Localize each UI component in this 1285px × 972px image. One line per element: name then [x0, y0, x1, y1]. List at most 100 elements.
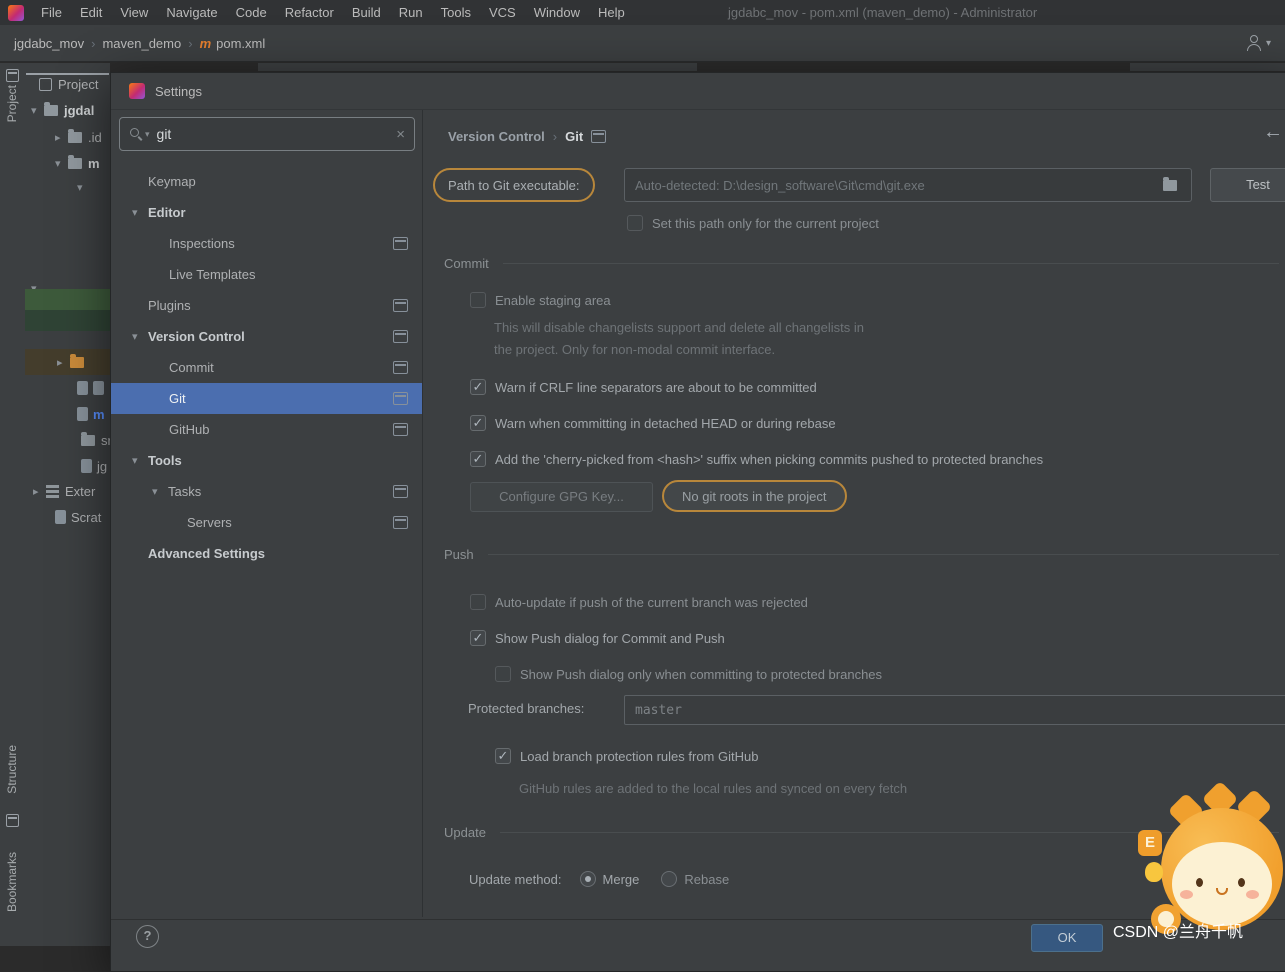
stripe-label-bookmarks[interactable]: Bookmarks — [5, 852, 19, 912]
browse-folder-icon[interactable] — [1163, 177, 1177, 191]
checkbox-icon[interactable] — [470, 379, 486, 395]
protected-branches-input[interactable] — [624, 695, 1285, 725]
checkbox-warn-detached-head[interactable]: Warn when committing in detached HEAD or… — [470, 413, 836, 433]
breadcrumb-parent[interactable]: Version Control — [448, 129, 545, 144]
chevron-right-icon[interactable]: ▸ — [55, 131, 68, 144]
stripe-label-project[interactable]: Project — [5, 85, 19, 122]
editor-tab-strip — [1130, 63, 1285, 71]
test-button[interactable]: Test — [1210, 168, 1285, 202]
chevron-down-icon[interactable]: ▾ — [152, 485, 168, 498]
menu-code[interactable]: Code — [227, 0, 276, 25]
back-arrow-icon[interactable]: ← — [1263, 122, 1283, 142]
checkbox-auto-update-rejected-push[interactable]: Auto-update if push of the current branc… — [470, 592, 808, 612]
in-dialog-settings-icon — [393, 237, 408, 250]
settings-tree-item-tools[interactable]: ▾ Tools — [111, 445, 422, 476]
checkbox-cherry-picked-suffix[interactable]: Add the 'cherry-picked from <hash>' suff… — [470, 449, 1043, 469]
git-path-field-wrap — [624, 168, 1192, 202]
settings-search-input[interactable] — [154, 125, 392, 143]
tree-row-pom[interactable]: m — [25, 401, 110, 427]
checkbox-warn-crlf[interactable]: Warn if CRLF line separators are about t… — [470, 377, 817, 397]
chevron-right-icon[interactable]: ▸ — [33, 485, 46, 498]
navigation-bar: jgdabc_mov › maven_demo › m pom.xml ▾ — [0, 25, 1285, 62]
ok-button[interactable]: OK — [1031, 924, 1103, 952]
chevron-down-icon[interactable]: ▾ — [132, 330, 148, 343]
checkbox-enable-staging-area[interactable]: Enable staging area — [470, 290, 611, 310]
tree-row-scratches[interactable]: Scrat — [25, 504, 110, 530]
menu-refactor[interactable]: Refactor — [276, 0, 343, 25]
menu-build[interactable]: Build — [343, 0, 390, 25]
project-panel-header[interactable]: Project — [25, 71, 110, 97]
menu-file[interactable]: File — [32, 0, 71, 25]
settings-tree-item-editor[interactable]: ▾ Editor — [111, 197, 422, 228]
checkbox-icon[interactable] — [627, 215, 643, 231]
configure-gpg-key-button[interactable]: Configure GPG Key... — [470, 482, 653, 512]
in-dialog-settings-icon — [393, 423, 408, 436]
radio-rebase-label[interactable]: Rebase — [684, 872, 729, 887]
user-menu[interactable]: ▾ — [1246, 35, 1271, 51]
checkbox-icon[interactable] — [495, 748, 511, 764]
menu-view[interactable]: View — [111, 0, 157, 25]
chevron-down-icon[interactable]: ▾ — [77, 181, 90, 194]
menu-run[interactable]: Run — [390, 0, 432, 25]
chevron-down-icon[interactable]: ▾ — [132, 454, 148, 467]
settings-tree-item-tasks[interactable]: ▾ Tasks — [111, 476, 422, 507]
menu-help[interactable]: Help — [589, 0, 634, 25]
tree-row-idea[interactable]: ▸ .id — [25, 124, 110, 150]
stripe-icon[interactable] — [6, 814, 19, 827]
in-dialog-settings-icon — [393, 330, 408, 343]
tree-row[interactable]: ▾ — [25, 174, 110, 200]
help-button[interactable]: ? — [136, 925, 159, 948]
breadcrumb-module[interactable]: maven_demo — [102, 36, 181, 51]
settings-tree-item-plugins[interactable]: Plugins — [111, 290, 422, 321]
breadcrumb-current: Git — [565, 129, 584, 144]
settings-tree-item-servers[interactable]: Servers — [111, 507, 422, 538]
chevron-down-icon[interactable]: ▾ — [132, 206, 148, 219]
settings-tree-item-git[interactable]: Git — [111, 383, 422, 414]
breadcrumb-separator: › — [91, 35, 96, 51]
checkbox-load-branch-protection-rules[interactable]: Load branch protection rules from GitHub — [495, 746, 758, 766]
settings-tree-item-keymap[interactable]: Keymap — [111, 166, 422, 197]
stripe-label-structure[interactable]: Structure — [5, 745, 19, 794]
settings-tree-item-github[interactable]: GitHub — [111, 414, 422, 445]
checkbox-icon[interactable] — [470, 594, 486, 610]
dialog-footer: ? OK — [111, 919, 1285, 971]
checkbox-show-push-dialog-protected-only[interactable]: Show Push dialog only when committing to… — [495, 664, 882, 684]
tree-row-excluded[interactable]: ▸ — [25, 349, 110, 375]
chevron-right-icon[interactable]: ▸ — [57, 356, 70, 369]
menu-edit[interactable]: Edit — [71, 0, 111, 25]
search-history-caret-icon[interactable]: ▾ — [145, 129, 150, 140]
tree-row-external-libraries[interactable]: ▸ Exter — [25, 478, 110, 504]
tree-row-file[interactable] — [25, 375, 110, 401]
project-tool-icon[interactable] — [6, 69, 19, 82]
clear-search-icon[interactable]: × — [396, 126, 405, 143]
menu-vcs[interactable]: VCS — [480, 0, 525, 25]
menu-navigate[interactable]: Navigate — [157, 0, 226, 25]
checkbox-icon[interactable] — [495, 666, 511, 682]
tree-row-root[interactable]: ▾ jgdal — [25, 97, 110, 123]
tree-row-file[interactable]: jg — [25, 453, 110, 479]
tree-row-src[interactable]: sr — [25, 427, 110, 453]
checkbox-icon[interactable] — [470, 415, 486, 431]
checkbox-icon[interactable] — [470, 630, 486, 646]
chevron-down-icon[interactable]: ▾ — [55, 157, 68, 170]
chevron-down-icon[interactable]: ▾ — [31, 104, 44, 117]
radio-merge[interactable] — [579, 871, 596, 887]
checkbox-show-push-dialog[interactable]: Show Push dialog for Commit and Push — [470, 628, 725, 648]
settings-tree-item-inspections[interactable]: Inspections — [111, 228, 422, 259]
settings-tree-item-advanced-settings[interactable]: Advanced Settings — [111, 538, 422, 569]
checkbox-set-path-current-project[interactable]: Set this path only for the current proje… — [627, 213, 879, 233]
settings-tree-item-live-templates[interactable]: Live Templates — [111, 259, 422, 290]
checkbox-icon[interactable] — [470, 451, 486, 467]
breadcrumb-file[interactable]: pom.xml — [216, 36, 265, 51]
menu-tools[interactable]: Tools — [432, 0, 480, 25]
radio-merge-label[interactable]: Merge — [603, 872, 640, 887]
selected-green-row[interactable] — [25, 289, 110, 310]
settings-tree-item-version-control[interactable]: ▾ Version Control — [111, 321, 422, 352]
tree-row-module[interactable]: ▾ m — [25, 150, 110, 176]
radio-rebase[interactable] — [661, 871, 678, 887]
settings-tree-item-commit[interactable]: Commit — [111, 352, 422, 383]
menu-window[interactable]: Window — [525, 0, 589, 25]
breadcrumb-project[interactable]: jgdabc_mov — [14, 36, 84, 51]
checkbox-icon[interactable] — [470, 292, 486, 308]
git-path-input[interactable] — [624, 168, 1192, 202]
